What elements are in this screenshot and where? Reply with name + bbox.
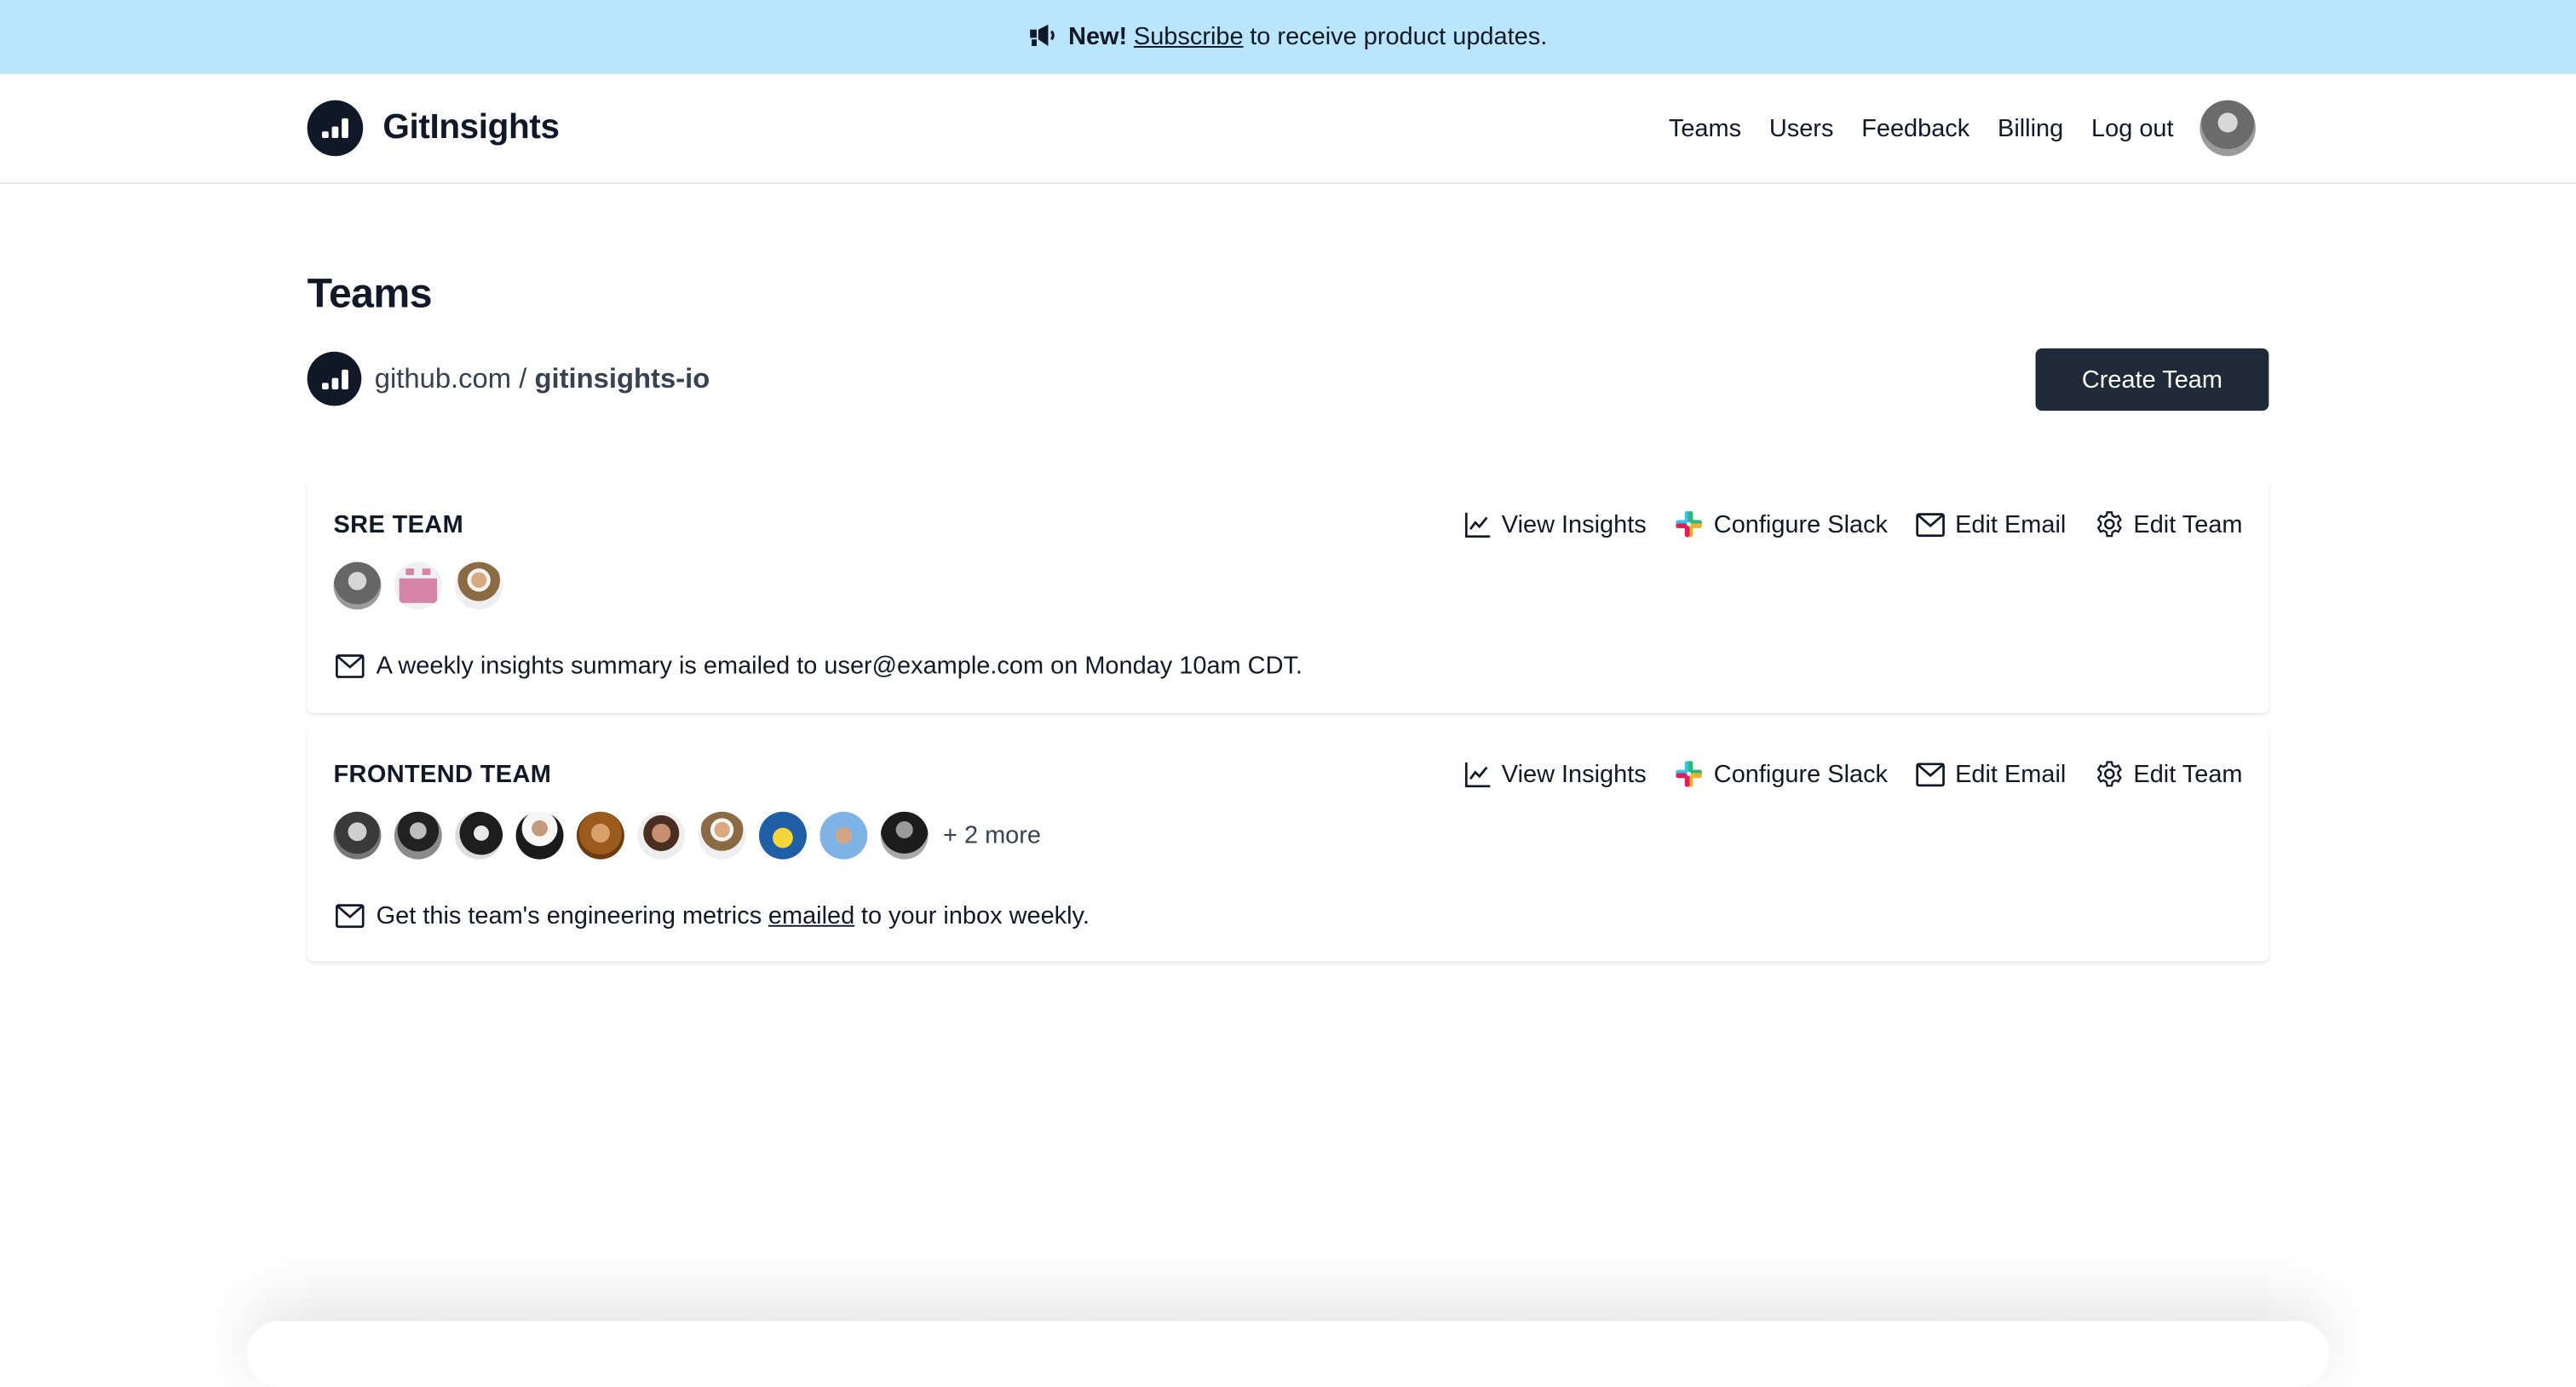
edit-team-label: Edit Team [2133, 509, 2243, 538]
member-avatar[interactable] [759, 811, 807, 860]
team-actions: View Insights Configure Slack Edit Email… [1436, 759, 2243, 789]
member-avatar[interactable] [698, 811, 746, 860]
edit-team-button[interactable]: Edit Team [2094, 759, 2243, 789]
configure-slack-button[interactable]: Configure Slack [1675, 509, 1889, 539]
nav-billing[interactable]: Billing [1998, 114, 2063, 142]
email-schedule-note: A weekly insights summary is emailed to … [335, 652, 1302, 681]
org-name: gitinsights-io [534, 362, 710, 394]
create-team-button[interactable]: Create Team [2035, 348, 2269, 411]
member-avatar[interactable] [394, 561, 442, 610]
banner-text: to receive product updates. [1250, 23, 1548, 51]
email-note-text-before: Get this team's engineering metrics [376, 901, 762, 930]
email-signup-note: Get this team's engineering metrics emai… [335, 901, 1090, 930]
org-logo-icon [307, 351, 362, 406]
team-name: SRE TEAM [333, 510, 464, 539]
envelope-icon [1916, 512, 1945, 537]
banner-new-label: New! [1068, 23, 1128, 51]
view-insights-label: View Insights [1501, 759, 1647, 788]
edit-email-button[interactable]: Edit Email [1916, 759, 2067, 788]
page-title: Teams [307, 271, 433, 318]
slack-icon [1676, 760, 1703, 787]
team-members [333, 561, 516, 610]
edit-team-label: Edit Team [2133, 759, 2243, 788]
nav-teams[interactable]: Teams [1669, 114, 1741, 142]
member-avatar[interactable] [576, 811, 624, 860]
org-selector: github.com / gitinsights-io [307, 351, 710, 406]
subscribe-link[interactable]: Subscribe [1134, 23, 1244, 51]
email-schedule-text: A weekly insights summary is emailed to … [376, 652, 1302, 681]
member-avatar[interactable] [880, 811, 929, 860]
megaphone-icon [1029, 23, 1059, 50]
announcement-banner: New! Subscribe to receive product update… [0, 0, 2576, 74]
team-card: SRE TEAM View Insights Configure Slack E… [307, 478, 2269, 714]
envelope-icon [1916, 762, 1945, 786]
bar-chart-logo-icon [307, 100, 364, 157]
configure-slack-label: Configure Slack [1713, 759, 1889, 788]
member-avatar[interactable] [637, 811, 686, 860]
edit-email-label: Edit Email [1955, 509, 2067, 538]
more-members-link[interactable]: + 2 more [943, 821, 1041, 849]
user-avatar[interactable] [2199, 100, 2256, 157]
envelope-icon [336, 654, 365, 678]
envelope-icon [336, 904, 365, 929]
page: New! Subscribe to receive product update… [0, 0, 2576, 1321]
configure-slack-label: Configure Slack [1713, 509, 1889, 538]
member-avatar[interactable] [455, 561, 503, 610]
nav-users[interactable]: Users [1769, 114, 1834, 142]
main-nav: Teams Users Feedback Billing Log out [1641, 100, 2256, 157]
member-avatar[interactable] [394, 811, 442, 860]
emailed-link[interactable]: emailed [768, 902, 854, 930]
edit-team-button[interactable]: Edit Team [2094, 509, 2243, 539]
chart-line-icon [1464, 511, 1491, 538]
configure-slack-button[interactable]: Configure Slack [1675, 759, 1889, 789]
email-note-text-after: to your inbox weekly. [860, 901, 1090, 930]
view-insights-button[interactable]: View Insights [1463, 509, 1647, 538]
view-insights-button[interactable]: View Insights [1463, 759, 1647, 788]
member-avatar[interactable] [333, 811, 382, 860]
team-members: + 2 more [333, 811, 1041, 860]
member-avatar[interactable] [333, 561, 382, 610]
edit-email-button[interactable]: Edit Email [1916, 509, 2067, 538]
gear-icon [2096, 761, 2122, 787]
edit-email-label: Edit Email [1955, 759, 2067, 788]
chart-line-icon [1464, 761, 1491, 787]
view-insights-label: View Insights [1501, 509, 1647, 538]
member-avatar[interactable] [455, 811, 503, 860]
team-card: FRONTEND TEAM View Insights Configure Sl… [307, 728, 2269, 962]
top-nav: GitInsights Teams Users Feedback Billing… [0, 74, 2576, 185]
member-avatar[interactable] [819, 811, 868, 860]
nav-logout[interactable]: Log out [2091, 114, 2174, 142]
team-name: FRONTEND TEAM [333, 760, 552, 789]
app-name: GitInsights [382, 108, 560, 147]
footer-shadow [246, 1321, 2329, 1387]
team-actions: View Insights Configure Slack Edit Email… [1436, 509, 2243, 539]
app-logo[interactable]: GitInsights [307, 100, 560, 157]
gear-icon [2096, 511, 2122, 538]
slack-icon [1676, 510, 1703, 538]
member-avatar[interactable] [515, 811, 564, 860]
org-host: github.com / [374, 362, 527, 394]
nav-feedback[interactable]: Feedback [1861, 114, 1969, 142]
